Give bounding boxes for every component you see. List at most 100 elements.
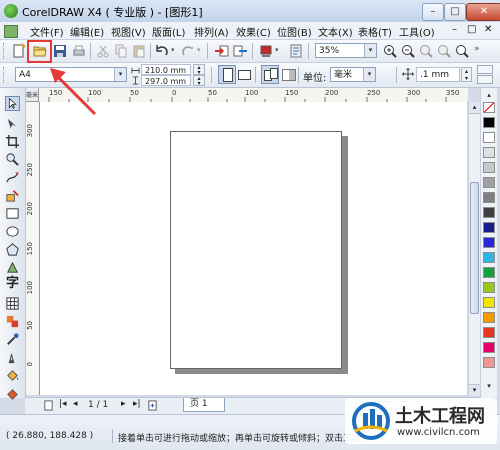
copy-icon[interactable] <box>113 43 129 59</box>
page-height-input[interactable]: 297.0 mm <box>141 75 191 86</box>
units-select[interactable]: 毫米 ▾ <box>330 67 376 82</box>
doc-close-button[interactable]: ✕ <box>484 24 492 35</box>
paste-icon[interactable] <box>131 43 147 59</box>
color-swatch[interactable] <box>483 297 495 308</box>
color-swatch[interactable] <box>483 177 495 188</box>
color-swatch[interactable] <box>483 252 495 263</box>
scroll-down-arrow-icon[interactable]: ▾ <box>469 384 480 396</box>
menu-file[interactable]: 文件(F) <box>30 24 64 39</box>
previous-page-icon[interactable]: ◂ <box>73 399 78 409</box>
color-swatch[interactable] <box>483 342 495 353</box>
no-fill-swatch[interactable] <box>483 102 495 113</box>
palette-scroll-up-icon[interactable]: ▴ <box>483 91 495 99</box>
menu-arrange[interactable]: 排列(A) <box>194 24 229 39</box>
polygon-tool-icon[interactable] <box>5 242 20 257</box>
vertical-ruler[interactable]: 300 250 200 150 100 50 0 <box>25 102 40 395</box>
color-swatch[interactable] <box>483 267 495 278</box>
welcome-screen-icon[interactable] <box>288 43 304 59</box>
menu-layout[interactable]: 版面(L) <box>152 24 185 39</box>
menu-edit[interactable]: 编辑(E) <box>70 24 104 39</box>
redo-icon[interactable] <box>180 43 196 59</box>
menu-table[interactable]: 表格(T) <box>358 24 392 39</box>
page-tab[interactable]: 页 1 <box>183 398 225 412</box>
landscape-icon[interactable] <box>238 70 251 80</box>
outline-pen-tool-icon[interactable] <box>5 350 20 365</box>
current-page-icon[interactable] <box>282 69 296 81</box>
color-swatch[interactable] <box>483 312 495 323</box>
table-tool-icon[interactable] <box>5 296 20 311</box>
color-swatch[interactable] <box>483 222 495 233</box>
scroll-up-arrow-icon[interactable]: ▴ <box>469 102 480 114</box>
zoom-page-icon[interactable] <box>454 43 470 59</box>
crop-tool-icon[interactable] <box>5 134 20 149</box>
color-swatch[interactable] <box>483 192 495 203</box>
toolbar-grip[interactable] <box>3 43 7 59</box>
duplicate-distance-icon[interactable] <box>477 75 493 84</box>
eyedropper-tool-icon[interactable] <box>5 332 20 347</box>
color-swatch[interactable] <box>483 162 495 173</box>
all-pages-button[interactable] <box>261 65 279 84</box>
toolbar-options-icon[interactable]: » <box>474 44 480 54</box>
fill-tool-icon[interactable] <box>5 368 20 383</box>
height-spinner[interactable]: ▴ ▾ <box>193 75 205 87</box>
close-button[interactable]: ✕ <box>466 3 500 21</box>
minimize-button[interactable]: – <box>422 3 444 21</box>
redo-dropdown-icon[interactable]: ▾ <box>197 46 201 54</box>
color-swatch[interactable] <box>483 117 495 128</box>
color-swatch[interactable] <box>483 237 495 248</box>
doc-minimize-button[interactable]: – <box>452 24 457 35</box>
launcher-dropdown-icon[interactable]: ▾ <box>275 46 279 54</box>
import-icon[interactable] <box>214 43 230 59</box>
duplicate-distance-icon[interactable] <box>477 65 493 74</box>
smart-fill-tool-icon[interactable] <box>5 188 20 203</box>
chevron-down-icon[interactable]: ▾ <box>364 44 376 57</box>
undo-icon[interactable] <box>154 43 170 59</box>
menu-bitmaps[interactable]: 位图(B) <box>277 24 312 39</box>
color-swatch[interactable] <box>483 207 495 218</box>
vertical-scroll-thumb[interactable] <box>470 182 479 314</box>
toolbar-grip[interactable] <box>3 67 7 83</box>
text-tool-icon[interactable]: 字 <box>5 276 20 291</box>
pick-tool-icon[interactable] <box>5 96 20 111</box>
shape-tool-icon[interactable] <box>5 116 20 131</box>
last-page-icon[interactable]: ▸| <box>133 399 141 409</box>
interactive-blend-tool-icon[interactable] <box>5 314 20 329</box>
rectangle-tool-icon[interactable] <box>5 206 20 221</box>
zoom-selected-icon[interactable] <box>418 43 434 59</box>
interactive-fill-tool-icon[interactable] <box>5 386 20 401</box>
menu-text[interactable]: 文本(X) <box>318 24 353 39</box>
menu-effects[interactable]: 效果(C) <box>236 24 271 39</box>
new-document-icon[interactable] <box>11 43 27 59</box>
next-page-icon[interactable]: ▸ <box>121 399 126 409</box>
nudge-distance-input[interactable]: .1 mm <box>416 67 460 82</box>
add-page-icon[interactable] <box>147 400 158 411</box>
color-swatch[interactable] <box>483 357 495 368</box>
color-swatch[interactable] <box>483 147 495 158</box>
color-swatch[interactable] <box>483 282 495 293</box>
application-launcher-icon[interactable] <box>258 43 274 59</box>
freehand-tool-icon[interactable] <box>5 170 20 185</box>
palette-scroll-down-icon[interactable]: ▾ <box>483 382 495 390</box>
menu-tools[interactable]: 工具(O) <box>399 24 435 39</box>
portrait-button[interactable] <box>218 65 236 84</box>
first-page-icon[interactable]: |◂ <box>59 399 67 409</box>
vertical-scrollbar[interactable]: ▴ ▾ <box>468 102 480 396</box>
menu-view[interactable]: 视图(V) <box>111 24 146 39</box>
insert-page-icon[interactable] <box>43 400 54 411</box>
page-width-input[interactable]: 210.0 mm <box>141 64 191 75</box>
zoom-all-objects-icon[interactable] <box>436 43 452 59</box>
zoom-out-icon[interactable] <box>400 43 416 59</box>
chevron-down-icon[interactable]: ▾ <box>363 68 375 81</box>
nudge-spinner[interactable]: ▴ ▾ <box>461 67 472 82</box>
zoom-level-select[interactable]: 35% ▾ <box>315 43 377 58</box>
basic-shapes-tool-icon[interactable] <box>5 260 20 275</box>
width-spinner[interactable]: ▴ ▾ <box>193 64 205 76</box>
chevron-down-icon[interactable]: ▾ <box>114 68 126 81</box>
doc-maximize-button[interactable]: □ <box>467 24 476 35</box>
maximize-button[interactable]: □ <box>444 3 466 21</box>
zoom-in-icon[interactable] <box>382 43 398 59</box>
color-swatch[interactable] <box>483 327 495 338</box>
export-icon[interactable] <box>232 43 248 59</box>
zoom-tool-icon[interactable] <box>5 152 20 167</box>
a4-page[interactable] <box>170 131 342 369</box>
